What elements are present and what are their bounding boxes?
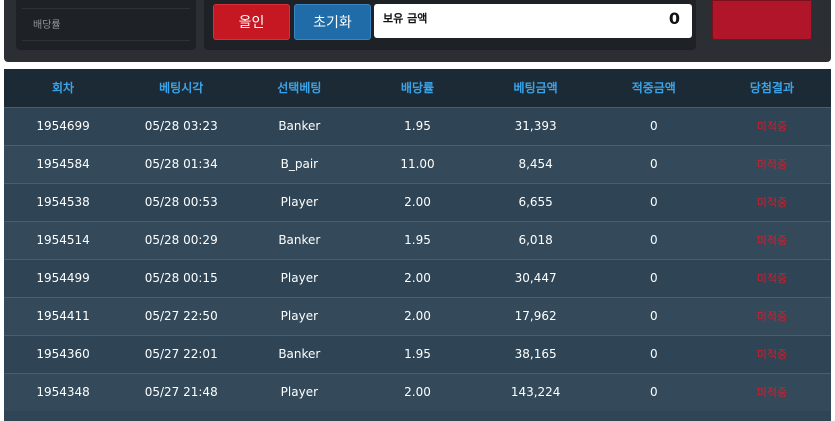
header-win-amount: 적중금액 [631, 81, 676, 96]
table-row: 1954348 05/27 21:48 Player 2.00 143,224 0 미적중 [4, 373, 831, 411]
bet-amount-cell: 38,165 [514, 347, 557, 361]
result-cell: 미적중 [756, 310, 788, 323]
selected-bet-cell: Banker [278, 347, 321, 361]
divider [22, 40, 190, 41]
table-row: 1954699 05/28 03:23 Banker 1.95 31,393 0 미적중 [4, 107, 831, 145]
selected-bet-cell: Player [280, 385, 319, 400]
bet-amount-cell: 17,962 [514, 309, 557, 323]
bet-time-cell: 05/28 01:34 [144, 157, 218, 171]
result-cell: 미적중 [756, 386, 788, 400]
odds-cell: 2.00 [404, 385, 431, 400]
divider [22, 8, 190, 9]
bet-amount-cell: 143,224 [510, 385, 561, 400]
win-amount-cell: 0 [649, 271, 658, 285]
odds-cell: 2.00 [404, 271, 431, 285]
table-row: 1954514 05/28 00:29 Banker 1.95 6,018 0 미적중 [4, 221, 831, 259]
bet-amount-cell: 8,454 [518, 157, 553, 171]
selected-bet-cell: Banker [278, 233, 321, 247]
bet-time-cell: 05/27 21:48 [144, 385, 218, 400]
win-amount-cell: 0 [649, 119, 658, 133]
result-cell: 미적중 [756, 158, 788, 171]
header-odds: 배당률 [400, 81, 435, 96]
selected-bet-cell: Banker [278, 119, 321, 133]
round-cell: 1954348 [36, 385, 90, 400]
round-cell: 1954584 [36, 157, 90, 171]
table-row: 1954538 05/28 00:53 Player 2.00 6,655 0 미적중 [4, 183, 831, 221]
table-row: 1954360 05/27 22:01 Banker 1.95 38,165 0 미적중 [4, 335, 831, 373]
all-in-button[interactable]: 올인 [213, 4, 290, 40]
header-bet-time: 베팅시각 [159, 81, 204, 96]
table-row: 1954499 05/28 00:15 Player 2.00 30,447 0 미적중 [4, 259, 831, 297]
odds-cell: 2.00 [404, 195, 431, 209]
bet-time-cell: 05/28 00:53 [144, 195, 218, 209]
table-row: 1954411 05/27 22:50 Player 2.00 17,962 0 미적중 [4, 297, 831, 335]
betting-control-panel: 배당률 올인 초기화 보유 금액 0 [4, 0, 831, 62]
result-cell: 미적중 [756, 196, 788, 209]
round-cell: 1954514 [36, 233, 90, 247]
win-amount-cell: 0 [649, 385, 658, 400]
round-cell: 1954699 [36, 119, 90, 133]
round-cell: 1954538 [36, 195, 90, 209]
bet-time-cell: 05/28 00:15 [144, 271, 218, 285]
table-header-row: 회차 베팅시각 선택베팅 배당률 베팅금액 적중금액 당첨결과 [4, 69, 831, 107]
reset-button[interactable]: 초기화 [294, 4, 371, 40]
result-cell: 미적중 [756, 120, 788, 133]
odds-cell: 1.95 [404, 347, 431, 361]
selected-bet-cell: Player [280, 195, 319, 209]
bet-amount-cell: 6,018 [518, 233, 553, 247]
odds-label: 배당률 [33, 20, 61, 31]
selected-bet-cell: Player [280, 271, 319, 285]
result-cell: 미적중 [756, 348, 788, 361]
header-bet-amount: 베팅금액 [513, 81, 558, 96]
win-amount-cell: 0 [649, 233, 658, 247]
odds-cell: 11.00 [400, 157, 435, 171]
header-selected-bet: 선택베팅 [277, 81, 322, 96]
selected-bet-cell: B_pair [280, 157, 319, 171]
bet-time-cell: 05/27 22:50 [144, 309, 218, 323]
bet-history-table: 회차 베팅시각 선택베팅 배당률 베팅금액 적중금액 당첨결과 1954699 05/28 0… [4, 69, 831, 421]
selected-bet-cell: Player [280, 309, 319, 323]
odds-cell: 1.95 [404, 119, 431, 133]
bet-amount-panel: 올인 초기화 보유 금액 0 [204, 0, 696, 50]
balance-display: 보유 금액 0 [374, 4, 692, 38]
win-amount-cell: 0 [649, 309, 658, 323]
bet-amount-cell: 6,655 [518, 195, 553, 209]
round-cell: 1954360 [36, 347, 90, 361]
win-amount-cell: 0 [649, 347, 658, 361]
header-result: 당첨결과 [749, 81, 794, 96]
round-cell: 1954499 [36, 271, 90, 285]
odds-cell: 1.95 [404, 233, 431, 247]
bet-time-cell: 05/27 22:01 [144, 347, 218, 361]
place-bet-button[interactable] [712, 0, 812, 40]
bet-time-cell: 05/28 00:29 [144, 233, 218, 247]
table-body: 1954699 05/28 03:23 Banker 1.95 31,393 0 미적중 19… [4, 107, 831, 411]
header-round: 회차 [52, 81, 75, 96]
result-cell: 미적중 [756, 234, 788, 247]
round-cell: 1954411 [36, 309, 90, 323]
odds-cell: 2.00 [404, 309, 431, 323]
bet-time-cell: 05/28 03:23 [144, 119, 218, 133]
win-amount-cell: 0 [649, 157, 658, 171]
win-amount-cell: 0 [649, 195, 658, 209]
balance-value: 0 [668, 9, 680, 28]
bet-amount-cell: 31,393 [514, 119, 557, 133]
table-row: 1954584 05/28 01:34 B_pair 11.00 8,454 0 미적중 [4, 145, 831, 183]
balance-label: 보유 금액 [383, 12, 428, 25]
odds-panel: 배당률 [16, 0, 196, 50]
bet-amount-cell: 30,447 [514, 271, 557, 285]
result-cell: 미적중 [756, 272, 788, 285]
